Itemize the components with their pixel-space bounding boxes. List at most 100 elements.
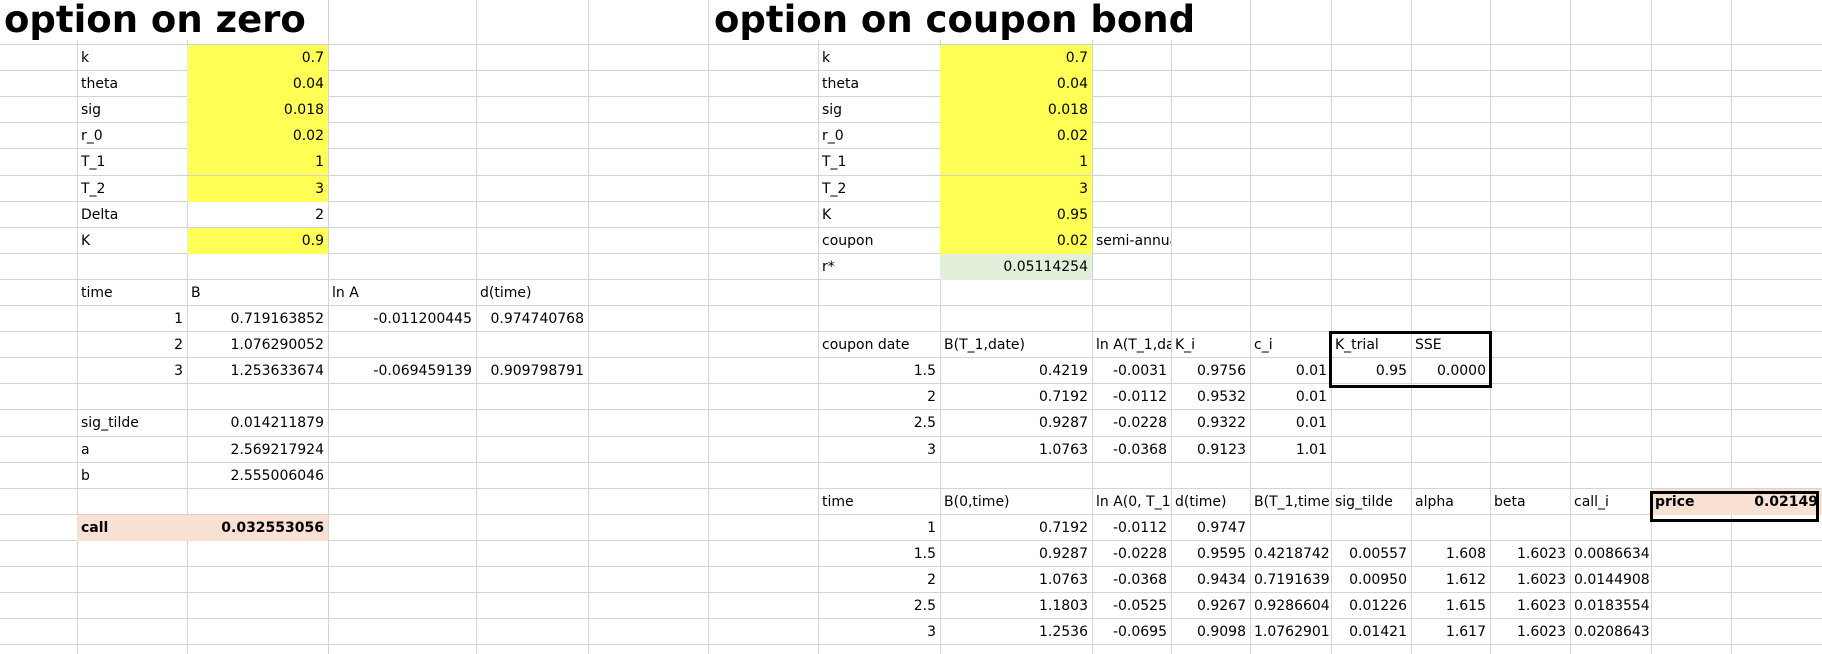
coupon-table-cell[interactable]: 3 [818, 437, 940, 463]
param-label[interactable]: r_0 [77, 123, 187, 149]
time-table-cell[interactable]: 0.7191639 [1250, 567, 1331, 593]
time-table-cell[interactable]: -0.0695 [1092, 619, 1171, 645]
time-table-header[interactable]: call_i [1570, 489, 1651, 515]
time-table-header[interactable]: time [818, 489, 940, 515]
solver-header[interactable]: K_trial [1331, 332, 1411, 358]
param-value[interactable]: 0.02 [187, 123, 328, 149]
param-label[interactable]: r_0 [818, 123, 940, 149]
param-value[interactable]: 3 [940, 176, 1092, 202]
param-label[interactable]: T_2 [77, 176, 187, 202]
coupon-table-cell[interactable]: 0.01 [1250, 410, 1331, 436]
coupon-table-header[interactable]: c_i [1250, 332, 1331, 358]
time-table-cell[interactable]: 0.9287 [940, 541, 1092, 567]
param-label[interactable]: K [77, 228, 187, 254]
param-value[interactable]: 0.05114254 [940, 254, 1092, 280]
time-table-cell[interactable]: 0.7192 [940, 515, 1092, 541]
coupon-table-cell[interactable]: 1.0763 [940, 437, 1092, 463]
table-cell[interactable] [476, 332, 588, 358]
time-table-cell[interactable]: 0.9747 [1171, 515, 1250, 541]
extra-label[interactable]: sig_tilde [77, 410, 187, 436]
extra-value[interactable]: 2.569217924 [187, 437, 328, 463]
param-label[interactable]: T_1 [77, 149, 187, 175]
coupon-table-cell[interactable]: 0.7192 [940, 384, 1092, 410]
extra-value[interactable]: 2.555006046 [187, 463, 328, 489]
table-cell[interactable]: -0.069459139 [328, 358, 476, 384]
coupon-table-cell[interactable]: -0.0228 [1092, 410, 1171, 436]
table-header[interactable]: ln A [328, 280, 476, 306]
param-label[interactable]: coupon [818, 228, 940, 254]
param-label[interactable]: K [818, 202, 940, 228]
time-table-cell[interactable]: 1.5 [818, 541, 940, 567]
time-table-header[interactable]: sig_tilde [1331, 489, 1411, 515]
call-label[interactable]: call [77, 515, 187, 541]
time-table-cell[interactable] [1570, 515, 1651, 541]
param-value[interactable]: 0.02 [940, 228, 1092, 254]
table-cell[interactable] [328, 332, 476, 358]
time-table-cell[interactable]: 0.4218742 [1250, 541, 1331, 567]
param-label[interactable]: theta [818, 71, 940, 97]
time-table-cell[interactable]: -0.0228 [1092, 541, 1171, 567]
coupon-table-cell[interactable]: -0.0112 [1092, 384, 1171, 410]
coupon-table-cell[interactable]: 0.9756 [1171, 358, 1250, 384]
param-value[interactable]: 0.04 [187, 71, 328, 97]
extra-value[interactable]: 0.014211879 [187, 410, 328, 436]
coupon-table-cell[interactable]: 0.4219 [940, 358, 1092, 384]
coupon-table-header[interactable]: coupon date [818, 332, 940, 358]
time-table-header[interactable]: beta [1490, 489, 1570, 515]
coupon-table-header[interactable]: K_i [1171, 332, 1250, 358]
time-table-cell[interactable]: 1 [818, 515, 940, 541]
coupon-frequency-note[interactable]: semi-annual [1092, 228, 1171, 254]
param-value[interactable]: 0.04 [940, 71, 1092, 97]
param-value[interactable]: 0.95 [940, 202, 1092, 228]
solver-header[interactable]: SSE [1411, 332, 1490, 358]
extra-label[interactable]: b [77, 463, 187, 489]
time-table-cell[interactable]: 0.9286604 [1250, 593, 1331, 619]
param-label[interactable]: sig [818, 97, 940, 123]
param-value[interactable]: 0.02 [940, 123, 1092, 149]
param-value[interactable]: 0.7 [187, 45, 328, 71]
time-table-cell[interactable]: 1.1803 [940, 593, 1092, 619]
time-table-cell[interactable]: -0.0368 [1092, 567, 1171, 593]
coupon-table-cell[interactable]: 0.9123 [1171, 437, 1250, 463]
time-table-cell[interactable]: 2.5 [818, 593, 940, 619]
time-table-cell[interactable]: 0.01421 [1331, 619, 1411, 645]
param-value[interactable]: 2 [187, 202, 328, 228]
time-table-cell[interactable]: 1.612 [1411, 567, 1490, 593]
time-table-cell[interactable] [1490, 515, 1570, 541]
time-table-header[interactable]: d(time) [1171, 489, 1250, 515]
time-table-cell[interactable]: 2 [818, 567, 940, 593]
coupon-table-cell[interactable]: 0.9532 [1171, 384, 1250, 410]
param-label[interactable]: k [77, 45, 187, 71]
param-value[interactable]: 0.9 [187, 228, 328, 254]
time-table-cell[interactable]: 0.9267 [1171, 593, 1250, 619]
param-value[interactable]: 3 [187, 176, 328, 202]
time-table-cell[interactable]: 1.0763 [940, 567, 1092, 593]
time-table-cell[interactable]: 0.0144908 [1570, 567, 1651, 593]
price-label[interactable]: price [1651, 489, 1731, 515]
call-value[interactable]: 0.032553056 [187, 515, 328, 541]
coupon-table-cell[interactable]: 0.9322 [1171, 410, 1250, 436]
time-table-cell[interactable]: 1.6023 [1490, 541, 1570, 567]
time-table-cell[interactable]: 1.6023 [1490, 619, 1570, 645]
coupon-table-cell[interactable]: 2.5 [818, 410, 940, 436]
coupon-table-cell[interactable]: 0.01 [1250, 358, 1331, 384]
table-cell[interactable]: 1.253633674 [187, 358, 328, 384]
coupon-table-cell[interactable]: 0.01 [1250, 384, 1331, 410]
time-table-header[interactable]: ln A(0, T_1) [1092, 489, 1171, 515]
time-table-cell[interactable]: 1.6023 [1490, 567, 1570, 593]
table-header[interactable]: d(time) [476, 280, 588, 306]
time-table-cell[interactable]: -0.0525 [1092, 593, 1171, 619]
time-table-cell[interactable] [1411, 515, 1490, 541]
param-label[interactable]: theta [77, 71, 187, 97]
table-header[interactable]: time [77, 280, 187, 306]
coupon-table-cell[interactable]: 2 [818, 384, 940, 410]
param-label[interactable]: r* [818, 254, 940, 280]
coupon-table-cell[interactable]: 1.5 [818, 358, 940, 384]
table-cell[interactable]: 0.974740768 [476, 306, 588, 332]
param-value[interactable]: 1 [187, 149, 328, 175]
coupon-table-cell[interactable]: -0.0368 [1092, 437, 1171, 463]
table-cell[interactable]: 1 [77, 306, 187, 332]
table-cell[interactable]: 1.076290052 [187, 332, 328, 358]
time-table-cell[interactable]: 0.0086634 [1570, 541, 1651, 567]
time-table-cell[interactable]: 3 [818, 619, 940, 645]
